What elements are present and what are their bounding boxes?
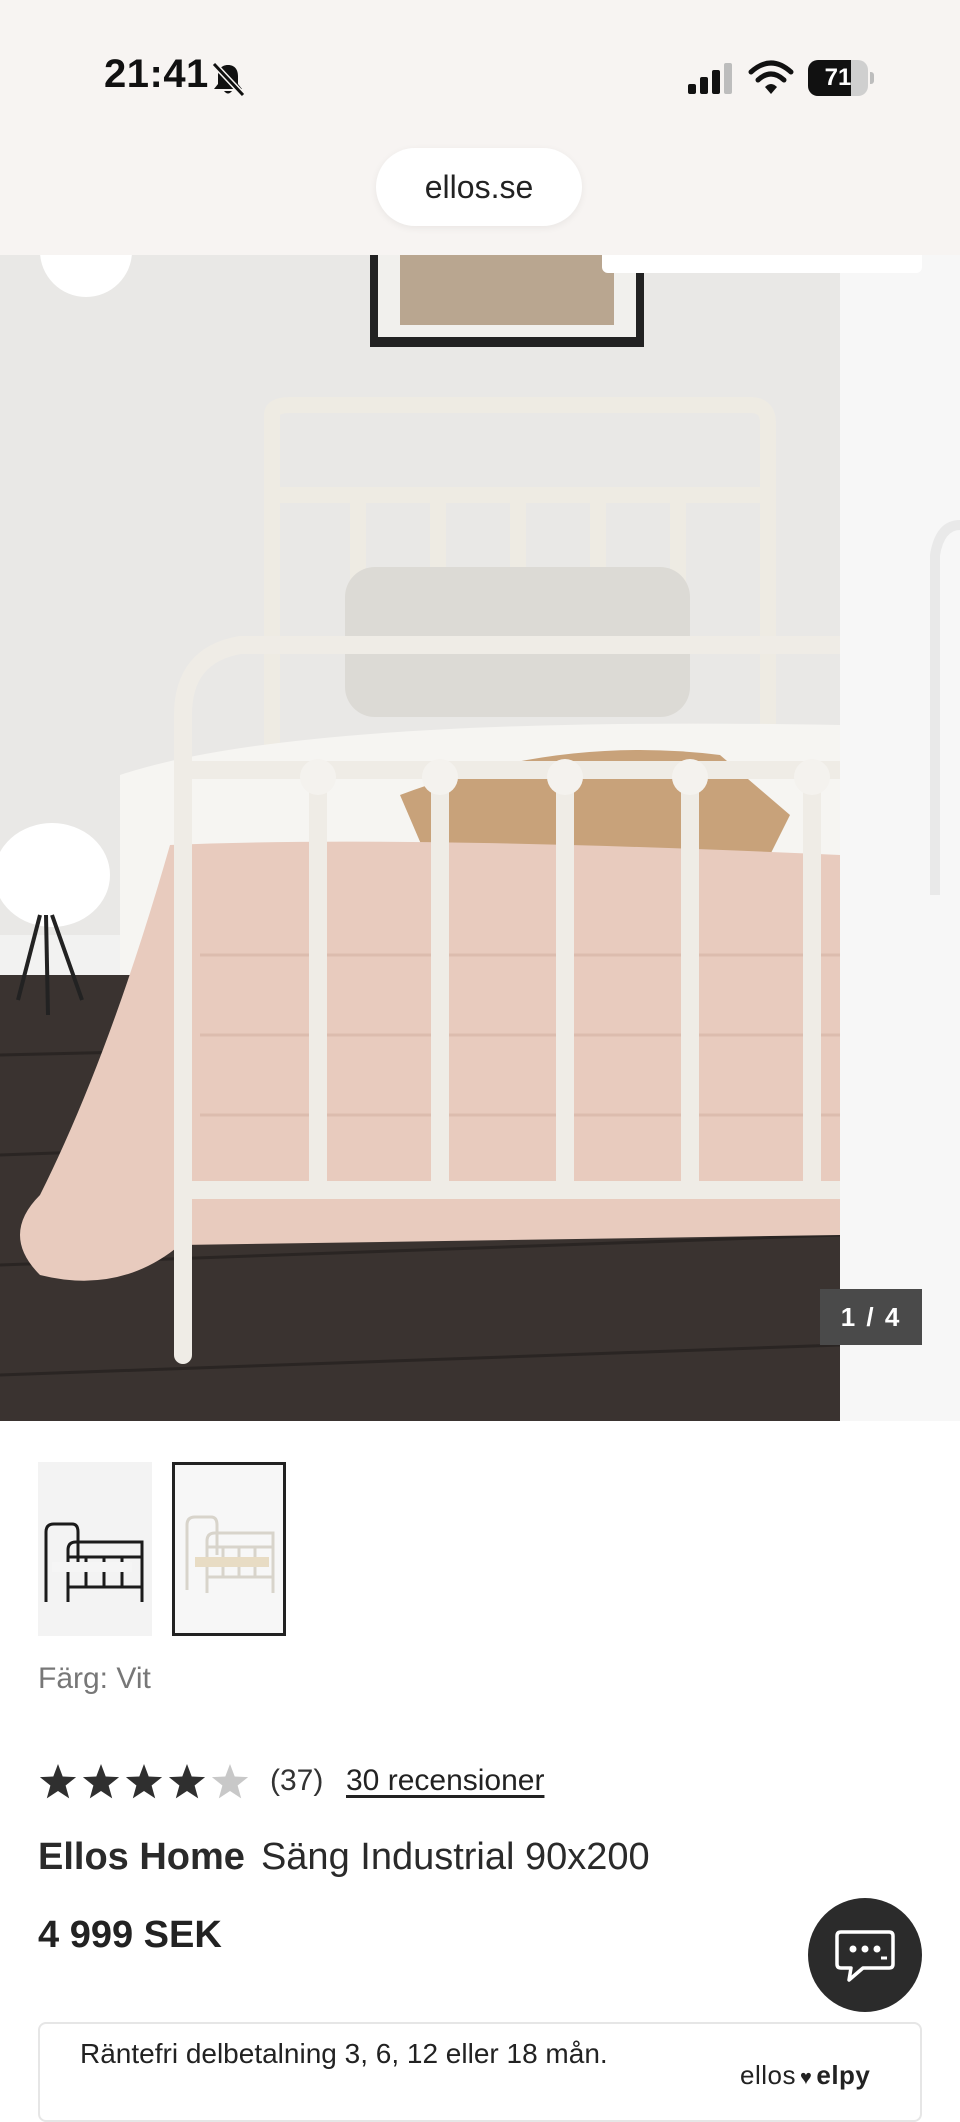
product-name: Säng Industrial 90x200 <box>260 1836 650 1878</box>
status-bar: 21:41 71 <box>0 0 960 150</box>
chat-button[interactable] <box>808 1898 922 2012</box>
address-bar[interactable]: ellos.se <box>376 148 582 226</box>
rating-count: (37) <box>270 1764 324 1797</box>
ellos-elpy-logo: ellos ♥ elpy <box>740 2060 870 2091</box>
reviews-link[interactable]: 30 recensioner <box>346 1764 544 1798</box>
star-filled-icon <box>39 1764 77 1799</box>
bed-white-thumbnail <box>185 1515 275 1593</box>
star-filled-icon <box>82 1764 120 1799</box>
status-time: 21:41 <box>104 52 209 96</box>
bell-slash-icon <box>211 61 246 98</box>
rating-stars <box>39 1764 249 1799</box>
selected-color-label: Färg: Vit <box>38 1662 151 1695</box>
product-image-gallery[interactable]: 1 / 4 <box>0 255 960 1421</box>
star-filled-icon <box>125 1764 163 1799</box>
image-counter: 1 / 4 <box>820 1289 922 1345</box>
logo-ellos: ellos <box>740 2060 796 2090</box>
star-filled-icon <box>168 1764 206 1799</box>
bed-black-thumbnail <box>44 1522 144 1602</box>
star-empty-icon <box>211 1764 249 1799</box>
financing-info[interactable]: Räntefri delbetalning 3, 6, 12 eller 18 … <box>38 2022 922 2122</box>
financing-text: Räntefri delbetalning 3, 6, 12 eller 18 … <box>80 2038 608 2069</box>
image-badge <box>602 255 922 273</box>
logo-elpy: elpy <box>816 2060 871 2090</box>
product-main-image[interactable] <box>0 255 840 1421</box>
cellular-signal-icon <box>688 63 732 94</box>
color-swatch-black[interactable] <box>38 1462 152 1636</box>
chat-bubble-icon <box>835 1930 895 1982</box>
heart-icon: ♥ <box>799 2067 813 2089</box>
product-title: Ellos Home Säng Industrial 90x200 <box>38 1836 650 1879</box>
product-price: 4 999 SEK <box>38 1914 222 1956</box>
battery-icon: 71 <box>808 60 874 96</box>
color-swatch-white[interactable] <box>172 1462 286 1636</box>
wifi-icon <box>748 60 794 94</box>
next-image-preview[interactable] <box>840 255 960 1421</box>
product-brand[interactable]: Ellos Home <box>38 1836 245 1878</box>
battery-percent: 71 <box>824 64 852 91</box>
